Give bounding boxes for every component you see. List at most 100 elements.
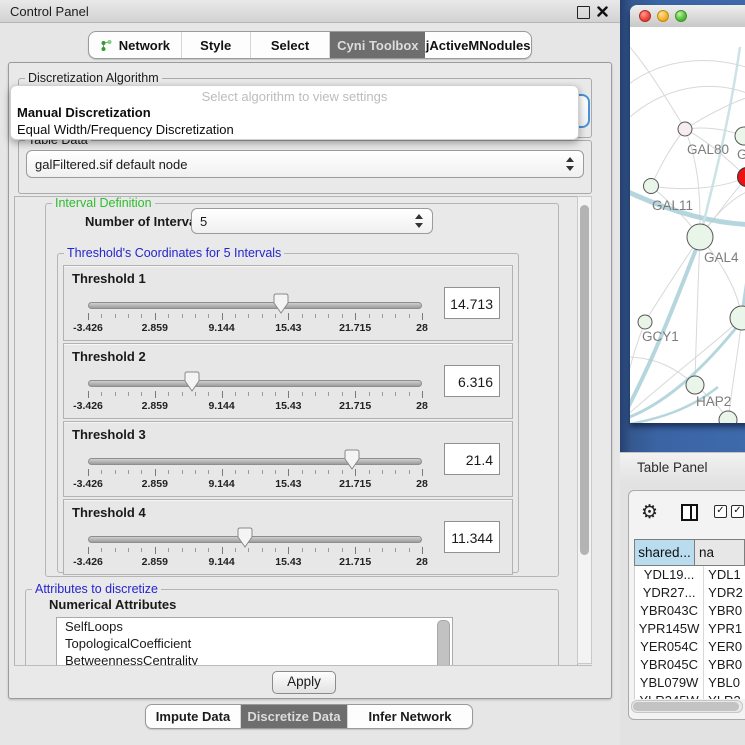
threshold-4-value[interactable]: 11.344 [444, 521, 500, 553]
network-nodes[interactable] [638, 122, 745, 423]
threshold-1-panel: Threshold 1 -3.426 2.859 9.144 15.43 21.… [63, 265, 513, 341]
threshold-label: Threshold 1 [72, 271, 146, 286]
tab-label: Select [271, 38, 309, 53]
threshold-2-slider[interactable]: -3.426 2.859 9.144 15.43 21.715 28 [88, 372, 422, 416]
panel-title: Control Panel [10, 4, 89, 19]
slider-track[interactable] [88, 536, 422, 543]
minimize-traffic-light-icon[interactable] [657, 10, 669, 22]
column-layout-icon[interactable] [681, 504, 698, 521]
list-item[interactable]: SelfLoops [57, 618, 452, 635]
close-icon[interactable] [597, 6, 608, 17]
group-title: Attributes to discretize [32, 582, 161, 596]
tab-impute-data[interactable]: Impute Data [146, 705, 241, 728]
vertical-scrollbar[interactable] [577, 196, 592, 664]
number-of-intervals-combobox[interactable]: 5 [191, 208, 433, 234]
table-row[interactable]: YPR145WYPR1 [635, 620, 745, 638]
threshold-2-value[interactable]: 6.316 [444, 365, 500, 397]
close-traffic-light-icon[interactable] [639, 10, 651, 22]
network-window-titlebar[interactable] [630, 5, 745, 28]
svg-text:GAL4: GAL4 [704, 250, 739, 265]
table-row[interactable]: YDL19...YDL1 [635, 566, 745, 584]
slider-track[interactable] [88, 302, 422, 309]
svg-text:HAP2: HAP2 [696, 394, 731, 409]
node-red-selected[interactable] [738, 168, 745, 187]
tab-style[interactable]: Style [182, 32, 251, 58]
node-hap2[interactable] [686, 376, 704, 394]
node-bottom[interactable] [719, 411, 737, 423]
node-gal4[interactable] [687, 224, 713, 250]
scrollbar-thumb[interactable] [633, 702, 739, 711]
network-canvas[interactable]: GAL80 GA C GAL11 GAL4 GCY1 H HAP2 [630, 27, 745, 423]
list-item[interactable]: TopologicalCoefficient [57, 635, 452, 652]
threshold-3-slider[interactable]: -3.426 2.859 9.144 15.43 21.715 28 [88, 450, 422, 494]
dropdown-option-equal-width[interactable]: Equal Width/Frequency Discretization [11, 121, 578, 138]
algorithm-dropdown-popup: Select algorithm to view settings Manual… [10, 85, 579, 140]
slider-thumb[interactable] [237, 527, 253, 549]
control-panel-tabbar: Network Style Select Cyni Toolbox jActiv… [88, 31, 532, 59]
tab-label: Network [119, 38, 170, 53]
node-ga[interactable] [735, 127, 745, 145]
threshold-2-panel: Threshold 2 -3.426 2.859 9.144 15.43 21.… [63, 343, 513, 419]
tab-network[interactable]: Network [89, 32, 182, 58]
column-header-shared-name[interactable]: shared... [634, 539, 695, 566]
node-gal11[interactable] [644, 179, 659, 194]
list-scrollbar[interactable] [437, 620, 450, 666]
list-item[interactable]: BetweennessCentrality [57, 652, 452, 666]
tab-cyni-toolbox[interactable]: Cyni Toolbox [330, 32, 425, 58]
tab-infer-network[interactable]: Infer Network [348, 705, 472, 728]
checkbox-icon[interactable]: ✓ [731, 505, 744, 518]
node-gcy1[interactable] [638, 315, 652, 329]
float-window-icon[interactable] [577, 6, 590, 19]
column-header-name[interactable]: na [695, 539, 745, 566]
node-gal80[interactable] [678, 122, 692, 136]
tab-discretize-data[interactable]: Discretize Data [241, 705, 348, 728]
svg-text:GCY1: GCY1 [642, 329, 679, 344]
tab-label: Infer Network [368, 709, 451, 724]
threshold-4-panel: Threshold 4 -3.426 2.859 9.144 15.43 21.… [63, 499, 513, 575]
table-row[interactable]: YBR045CYBR0 [635, 656, 745, 674]
slider-thumb[interactable] [273, 293, 289, 315]
table-row[interactable]: YBL079WYBL0 [635, 674, 745, 692]
control-panel-titlebar: Control Panel [0, 0, 620, 23]
threshold-1-value[interactable]: 14.713 [444, 287, 500, 319]
numerical-attributes-list[interactable]: SelfLoops TopologicalCoefficient Between… [56, 617, 453, 666]
table-row[interactable]: YBR043CYBR0 [635, 602, 745, 620]
zoom-traffic-light-icon[interactable] [675, 10, 687, 22]
horizontal-scrollbar[interactable] [631, 700, 743, 713]
table-data-combobox[interactable]: galFiltered.sif default node [26, 150, 584, 178]
table-row[interactable]: YLR345WYLR3 [635, 692, 745, 699]
scrollbar-thumb[interactable] [580, 205, 589, 555]
settings-scroll-viewport: Interval Definition Number of Intervals … [14, 196, 578, 666]
slider-ticks [88, 391, 422, 399]
gear-icon[interactable]: ⚙ [641, 501, 658, 524]
tab-label: Discretize Data [247, 709, 340, 724]
combo-stepper-icon [566, 157, 575, 171]
table-header-row: shared... na [634, 539, 745, 566]
cyni-bottom-tabbar: Impute Data Discretize Data Infer Networ… [145, 704, 473, 729]
tab-select[interactable]: Select [251, 32, 331, 58]
threshold-1-slider[interactable]: -3.426 2.859 9.144 15.43 21.715 28 [88, 294, 422, 338]
group-title: Threshold's Coordinates for 5 Intervals [64, 246, 284, 260]
slider-thumb[interactable] [184, 371, 200, 393]
slider-thumb[interactable] [344, 449, 360, 471]
threshold-label: Threshold 2 [72, 349, 146, 364]
slider-tick-labels: -3.426 2.859 9.144 15.43 21.715 28 [88, 478, 422, 490]
node-attribute-table: shared... na YDL19...YDL1 YDR27...YDR2 Y… [634, 539, 745, 699]
threshold-3-value[interactable]: 21.4 [444, 443, 500, 475]
dropdown-option-manual[interactable]: Manual Discretization [11, 104, 578, 121]
svg-text:GAL11: GAL11 [652, 198, 693, 213]
slider-ticks [88, 547, 422, 555]
slider-ticks [88, 313, 422, 321]
numerical-attributes-label: Numerical Attributes [49, 597, 176, 612]
network-view-window[interactable]: GAL80 GA C GAL11 GAL4 GCY1 H HAP2 [630, 5, 745, 423]
group-title: Discretization Algorithm [25, 71, 162, 85]
slider-track[interactable] [88, 458, 422, 465]
table-row[interactable]: YDR27...YDR2 [635, 584, 745, 602]
tab-jactivemnodules[interactable]: jActiveMNodules [425, 32, 531, 58]
threshold-4-slider[interactable]: -3.426 2.859 9.144 15.43 21.715 28 [88, 528, 422, 572]
tab-label: Impute Data [156, 709, 230, 724]
checkbox-icon[interactable]: ✓ [714, 505, 727, 518]
slider-track[interactable] [88, 380, 422, 387]
table-row[interactable]: YER054CYER0 [635, 638, 745, 656]
apply-button[interactable]: Apply [272, 671, 336, 694]
